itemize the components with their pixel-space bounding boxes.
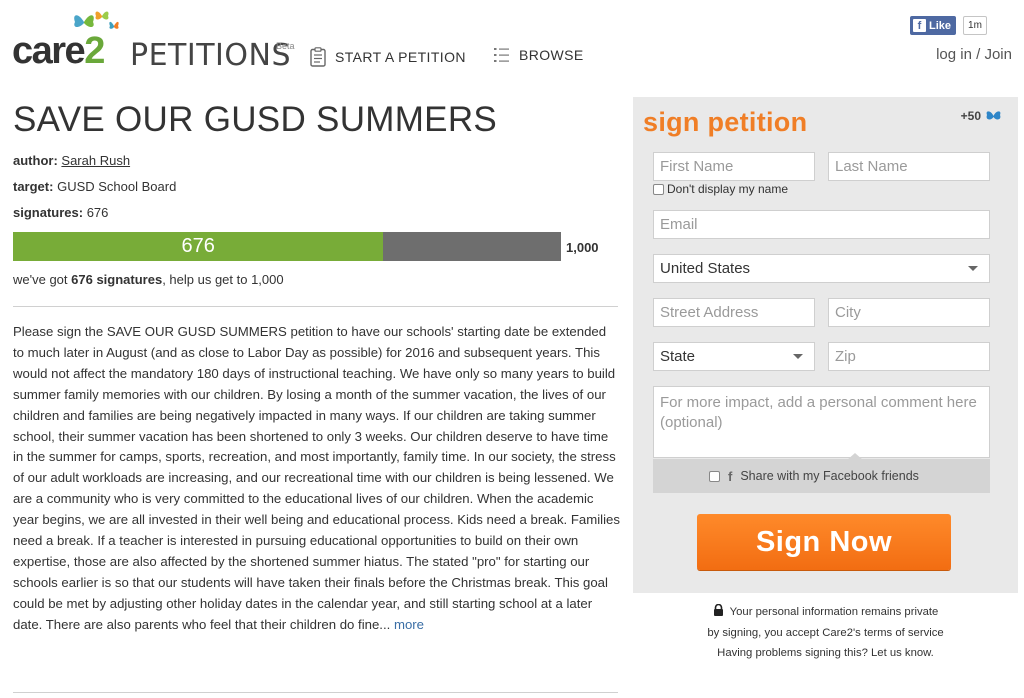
sign-petition-panel: sign petition +50 First Name Last Name D… [633,97,1018,593]
dont-display-name-checkbox[interactable] [653,183,664,195]
facebook-like-widget: f Like 1m [910,16,987,35]
email-placeholder: Email [660,216,698,233]
sign-now-button[interactable]: Sign Now [697,514,951,570]
chevron-down-icon [793,354,803,359]
facebook-share-checkbox[interactable] [709,470,720,482]
last-name-placeholder: Last Name [835,158,908,175]
facebook-like-label: Like [929,19,952,32]
state-value: State [660,348,696,365]
chevron-down-icon [968,266,978,271]
logo-wordmark: care2 [12,30,105,72]
auth-links: log in / Join [936,46,1012,63]
nav-browse[interactable]: BROWSE [494,47,584,63]
divider-bottom [13,692,618,693]
author-label: author: [13,153,58,168]
privacy-line: Your personal information remains privat… [633,602,1018,623]
email-field[interactable]: Email [653,210,990,239]
author-link[interactable]: Sarah Rush [61,153,130,168]
care2-logo[interactable]: care2 PETITIONS Beta [12,8,302,74]
street-address-placeholder: Street Address [660,304,759,321]
summary-suffix: , help us get to 1,000 [162,272,284,287]
clipboard-icon [310,47,326,67]
facebook-like-button[interactable]: f Like [910,16,957,35]
nav-browse-label: BROWSE [519,47,584,63]
progress-fill: 676 [13,232,384,261]
butterfly-icon [986,111,1001,120]
petition-title: SAVE OUR GUSD SUMMERS [13,100,498,139]
signature-progress-bar: 676 [13,232,561,261]
facebook-share-label: Share with my Facebook friends [740,469,919,483]
facebook-small-icon: f [728,468,733,484]
read-more-link[interactable]: more [394,617,424,632]
help-link[interactable]: Having problems signing this? Let us kno… [633,643,1018,664]
petition-body: Please sign the SAVE OUR GUSD SUMMERS pe… [13,322,620,636]
facebook-like-count: 1m [963,16,987,35]
terms-text[interactable]: by signing, you accept Care2's terms of … [633,623,1018,644]
facebook-icon: f [913,19,926,32]
country-select[interactable]: United States [653,254,990,283]
progress-current: 676 [181,235,215,257]
target-row: target: GUSD School Board [13,179,176,194]
privacy-text: Your personal information remains privat… [729,606,939,618]
zip-placeholder: Zip [835,348,856,365]
privacy-notice: Your personal information remains privat… [633,602,1018,664]
care2-points-badge: +50 [961,109,1002,123]
nav-start-label: START A PETITION [335,49,466,65]
author-row: author: Sarah Rush [13,153,130,168]
comment-placeholder: For more impact, add a personal comment … [660,394,977,431]
dont-display-name-option: Don't display my name [653,182,788,196]
target-value: GUSD School Board [57,179,177,194]
personal-comment-textarea[interactable]: For more impact, add a personal comment … [653,386,990,458]
progress-goal: 1,000 [566,240,599,255]
points-value: +50 [960,109,981,123]
target-label: target: [13,179,54,194]
summary-count: 676 signatures [71,272,163,287]
facebook-share-option: f Share with my Facebook friends [653,459,990,493]
logo-petitions-text: PETITIONS [130,38,291,73]
nav-start-petition[interactable]: START A PETITION [310,47,466,67]
summary-prefix: we've got [13,272,72,287]
join-link[interactable]: Join [984,46,1012,63]
signatures-row: signatures: 676 [13,205,108,220]
first-name-field[interactable]: First Name [653,152,815,181]
list-icon [494,48,509,62]
auth-separator: / [976,46,981,63]
dont-display-name-label: Don't display my name [667,182,789,196]
lock-icon [713,603,723,616]
beta-badge: Beta [276,41,295,51]
divider-top [13,306,618,307]
city-placeholder: City [835,304,861,321]
signatures-label: signatures: [13,205,84,220]
login-link[interactable]: log in [936,46,972,63]
city-field[interactable]: City [828,298,990,327]
signatures-value: 676 [86,205,109,220]
signature-summary: we've got 676 signatures, help us get to… [13,272,284,287]
sign-panel-title: sign petition [643,107,808,137]
country-value: United States [660,260,751,277]
zip-field[interactable]: Zip [828,342,990,371]
first-name-placeholder: First Name [660,158,734,175]
street-address-field[interactable]: Street Address [653,298,815,327]
state-select[interactable]: State [653,342,815,371]
petition-body-text: Please sign the SAVE OUR GUSD SUMMERS pe… [13,324,620,632]
last-name-field[interactable]: Last Name [828,152,990,181]
